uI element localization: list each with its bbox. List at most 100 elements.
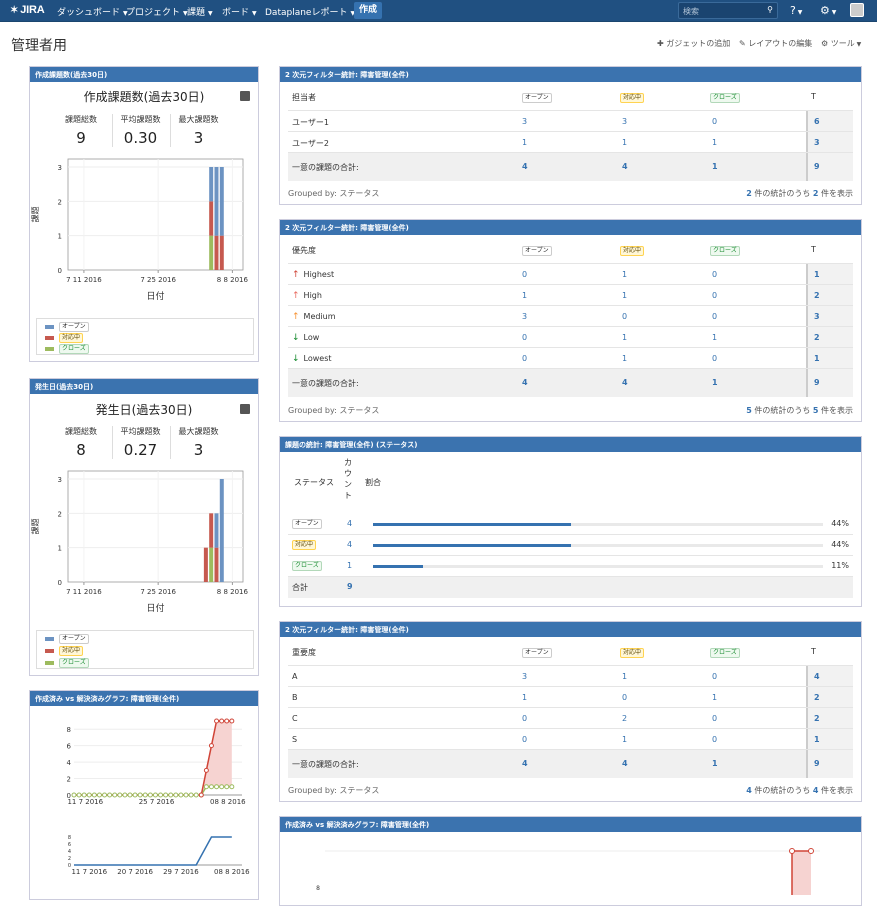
search-input[interactable]: 検索 ⚲ [678,2,778,19]
cell-count[interactable]: 0 [522,735,527,744]
gadget-header[interactable]: 作成済み vs 解決済みグラフ: 障害管理(全件) [30,691,258,706]
cell-count[interactable]: 1 [712,138,717,147]
cell-count[interactable]: 1 [622,270,627,279]
edit-layout-button[interactable]: ✎ レイアウトの編集 [739,38,812,49]
row-total[interactable]: 6 [814,117,820,126]
grand-total[interactable]: 9 [814,162,820,171]
total-count[interactable]: 1 [712,759,718,768]
cell-count[interactable]: 0 [712,291,717,300]
cell-count[interactable]: 3 [522,117,527,126]
nav-boards[interactable]: ボード ▼ [222,5,257,18]
column-header-open[interactable]: オープン [522,93,552,103]
total-count[interactable]: 4 [622,378,628,387]
status-lozenge[interactable]: オープン [292,519,322,529]
cell-count[interactable]: 0 [712,354,717,363]
cell-count[interactable]: 0 [622,693,627,702]
cell-count[interactable]: 2 [622,714,627,723]
cell-count[interactable]: 1 [622,672,627,681]
jira-logo[interactable]: ✶ JIRA [10,4,45,16]
column-header-closed[interactable]: クローズ [710,93,740,103]
created-vs-resolved-chart-large: 8 [316,848,820,895]
total-count[interactable]: 4 [622,162,628,171]
cell-count[interactable]: 1 [622,291,627,300]
grand-total[interactable]: 9 [814,378,820,387]
created-point [198,792,204,798]
status-lozenge[interactable]: 対応中 [292,540,317,550]
grand-total[interactable]: 9 [814,759,820,768]
total-count[interactable]: 1 [712,162,718,171]
status-lozenge[interactable]: クローズ [292,561,322,571]
tools-button[interactable]: ⚙ ツール ▼ [821,38,861,49]
status-count[interactable]: 1 [347,561,352,570]
cell-count[interactable]: 1 [622,138,627,147]
cell-count[interactable]: 1 [522,138,527,147]
total-count[interactable]: 4 [522,378,528,387]
gadget-header[interactable]: 課題の統計: 障害管理(全件) (ステータス) [280,437,861,452]
cell-count[interactable]: 0 [712,312,717,321]
total-count[interactable]: 4 [522,759,528,768]
gear-icon[interactable]: ⚙ ▼ [820,4,836,17]
row-total[interactable]: 4 [814,672,820,681]
gadget-header[interactable]: 作成済み vs 解決済みグラフ: 障害管理(全件) [280,817,861,832]
column-header-open[interactable]: オープン [522,246,552,256]
export-icon[interactable] [240,91,250,101]
row-total[interactable]: 2 [814,714,820,723]
row-total[interactable]: 3 [814,312,820,321]
cell-count[interactable]: 0 [522,333,527,342]
nav-issues[interactable]: 課題 ▼ [187,5,213,18]
nav-dataplane[interactable]: Dataplaneレポート ▼ [265,5,355,18]
row-total[interactable]: 2 [814,333,820,342]
create-button[interactable]: 作成 [354,2,382,19]
cell-count[interactable]: 0 [622,312,627,321]
total-count[interactable]: 9 [347,582,353,591]
row-total[interactable]: 1 [814,354,820,363]
total-count[interactable]: 1 [712,378,718,387]
export-icon[interactable] [240,404,250,414]
column-header-open[interactable]: オープン [522,648,552,658]
column-header-closed[interactable]: クローズ [710,648,740,658]
cell-count[interactable]: 0 [712,714,717,723]
column-header-closed[interactable]: クローズ [710,246,740,256]
y-tick-label: 2 [58,510,62,518]
total-count[interactable]: 4 [522,162,528,171]
nav-dashboard[interactable]: ダッシュボード ▼ [57,5,128,18]
cell-count[interactable]: 1 [712,333,717,342]
cell-count[interactable]: 1 [522,291,527,300]
gadget-header[interactable]: 2 次元フィルター統計: 障害管理(全件) [280,622,861,637]
nav-projects[interactable]: プロジェクト ▼ [126,5,188,18]
row-total[interactable]: 1 [814,735,820,744]
cell-count[interactable]: 0 [522,714,527,723]
gadget-header[interactable]: 発生日(過去30日) [30,379,258,394]
gadget-header[interactable]: 作成課題数(過去30日) [30,67,258,82]
gadget-header[interactable]: 2 次元フィルター統計: 障害管理(全件) [280,220,861,235]
gadget-header[interactable]: 2 次元フィルター統計: 障害管理(全件) [280,67,861,82]
cell-count[interactable]: 1 [622,354,627,363]
cell-count[interactable]: 1 [622,333,627,342]
column-header-progress[interactable]: 対応中 [620,246,645,256]
column-header-progress[interactable]: 対応中 [620,648,645,658]
cell-count[interactable]: 0 [522,354,527,363]
add-gadget-button[interactable]: ✚ ガジェットの追加 [657,38,730,49]
row-total[interactable]: 3 [814,138,820,147]
cell-count[interactable]: 0 [712,117,717,126]
status-count[interactable]: 4 [347,540,352,549]
cell-count[interactable]: 1 [712,693,717,702]
cell-count[interactable]: 0 [712,735,717,744]
status-count[interactable]: 4 [347,519,352,528]
cell-count[interactable]: 1 [622,735,627,744]
row-total[interactable]: 2 [814,693,820,702]
total-count[interactable]: 4 [622,759,628,768]
cell-count[interactable]: 0 [522,270,527,279]
cell-count[interactable]: 0 [712,270,717,279]
row-total[interactable]: 1 [814,270,820,279]
column-header-progress[interactable]: 対応中 [620,93,645,103]
help-icon[interactable]: ? ▼ [790,4,802,17]
cell-count[interactable]: 3 [522,312,527,321]
row-total[interactable]: 2 [814,291,820,300]
avatar[interactable] [850,3,864,17]
cell-count[interactable]: 1 [522,693,527,702]
x-axis-label: 日付 [146,291,164,302]
cell-count[interactable]: 0 [712,672,717,681]
cell-count[interactable]: 3 [522,672,527,681]
cell-count[interactable]: 3 [622,117,627,126]
